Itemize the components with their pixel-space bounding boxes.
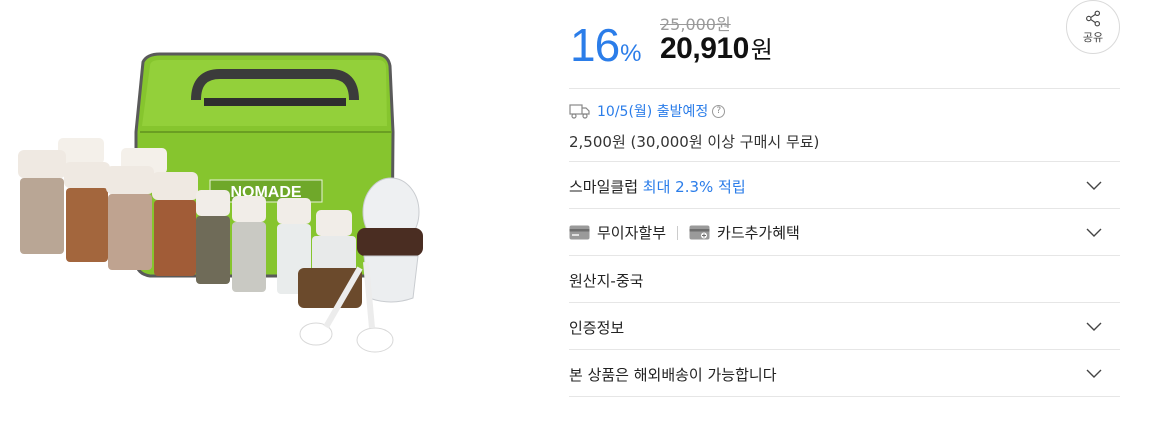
certification-row[interactable]: 인증정보 (569, 302, 1120, 349)
certification-label: 인증정보 (569, 319, 625, 337)
smile-club-label: 스마일클럽 (569, 178, 639, 196)
shipping-fee: 2,500원 (30,000원 이상 구매시 무료) (569, 133, 820, 151)
product-info-panel: 16% 25,000원 20,910원 공유 10/5(월) 출발예정 ? 2,… (569, 0, 1120, 423)
installment-label: 무이자할부 (597, 224, 667, 242)
smile-club-accent: 최대 2.3% 적립 (642, 178, 746, 196)
discount-unit: % (620, 40, 642, 67)
chevron-down-icon (1086, 181, 1102, 190)
chevron-down-icon (1086, 369, 1102, 378)
discount-rate: 16% (570, 18, 642, 72)
shipping-date: 10/5(월) 출발예정 (597, 104, 709, 120)
smile-club-row[interactable]: 스마일클럽 최대 2.3% 적립 (569, 161, 1120, 208)
share-button[interactable]: 공유 (1066, 0, 1120, 54)
installment-item: 무이자할부 (569, 222, 666, 243)
price-block: 16% 25,000원 20,910원 공유 (569, 0, 1120, 88)
sale-price: 20,910원 (660, 30, 773, 66)
overseas-shipping-label: 본 상품은 해외배송이 가능합니다 (569, 366, 777, 384)
product-image: NOMADE (0, 0, 540, 423)
payment-benefits-row[interactable]: 무이자할부 카드추가혜택 (569, 208, 1120, 255)
origin-label: 원산지-중국 (569, 272, 644, 290)
card-benefit-item: 카드추가혜택 (689, 222, 800, 243)
divider (569, 396, 1120, 397)
help-icon[interactable]: ? (712, 104, 726, 118)
sale-price-currency: 원 (750, 36, 773, 64)
overseas-shipping-row[interactable]: 본 상품은 해외배송이 가능합니다 (569, 349, 1120, 396)
divider (677, 225, 679, 240)
sale-price-amount: 20,910 (660, 32, 749, 65)
discount-value: 16 (570, 19, 620, 71)
truck-icon (569, 104, 590, 119)
chevron-down-icon (1086, 228, 1102, 237)
card-icon (569, 225, 590, 240)
chevron-down-icon (1086, 322, 1102, 331)
share-label: 공유 (1082, 30, 1104, 44)
card-benefit-label: 카드추가혜택 (717, 224, 800, 242)
origin-row: 원산지-중국 (569, 255, 1120, 302)
share-icon (1085, 10, 1100, 26)
shipping-info: 10/5(월) 출발예정 ? 2,500원 (30,000원 이상 구매시 무료… (569, 88, 1120, 161)
card-plus-icon (689, 225, 710, 240)
